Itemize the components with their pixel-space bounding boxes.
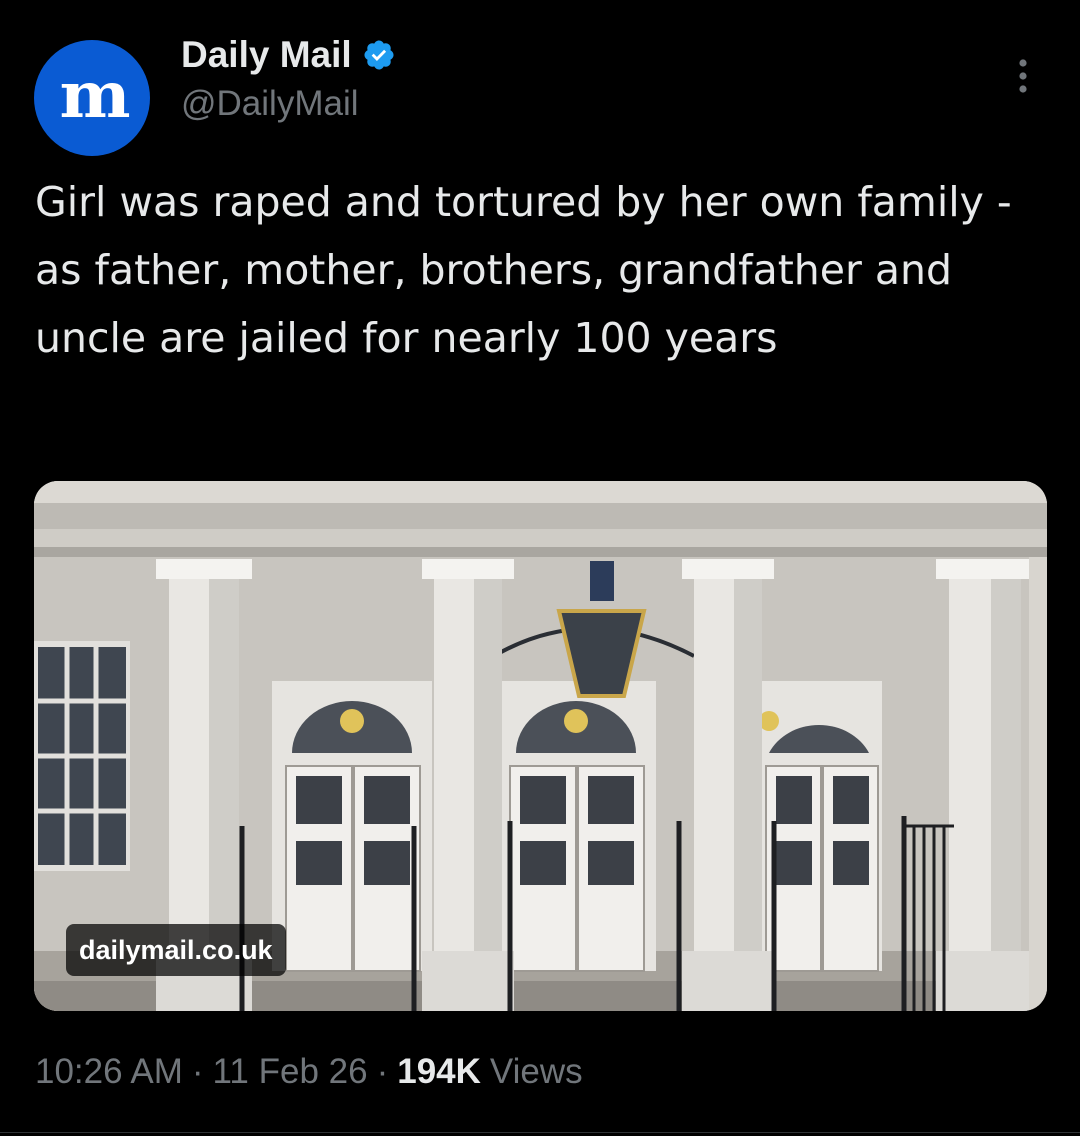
handle[interactable]: @DailyMail [181, 84, 359, 124]
views-label[interactable]: Views [490, 1052, 583, 1092]
avatar[interactable]: m [34, 40, 150, 156]
views-count[interactable]: 194K [397, 1052, 481, 1092]
meta-separator: · [376, 1052, 389, 1091]
tweet-text: Girl was raped and tortured by her own f… [35, 178, 1012, 362]
display-name[interactable]: Daily Mail [181, 34, 352, 76]
avatar-logo: m [59, 57, 131, 133]
name-row: Daily Mail [181, 34, 396, 76]
tweet-time[interactable]: 10:26 AM [35, 1052, 183, 1092]
tweet-meta: 10:26 AM · 11 Feb 26 · 194K Views [35, 1052, 583, 1092]
link-source-badge[interactable]: dailymail.co.uk [66, 924, 286, 976]
meta-separator: · [191, 1052, 204, 1091]
more-vertical-icon[interactable] [1009, 58, 1037, 94]
verified-badge-icon[interactable] [362, 38, 396, 72]
divider [0, 1132, 1080, 1133]
tweet-date[interactable]: 11 Feb 26 [213, 1052, 368, 1092]
